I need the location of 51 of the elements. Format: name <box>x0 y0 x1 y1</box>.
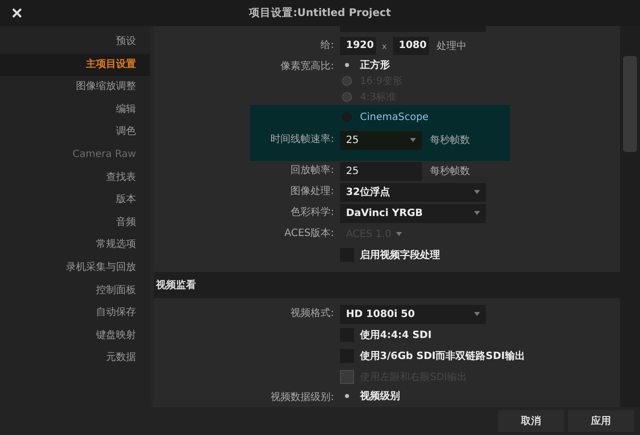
sidebar-item[interactable]: 键盘映射 <box>0 324 150 348</box>
input-field[interactable]: 25 <box>340 162 422 180</box>
sidebar-item[interactable]: 主项目设置 <box>0 54 150 76</box>
caret-icon <box>410 138 416 142</box>
section-header: 视频监看 <box>154 272 620 298</box>
dropdown[interactable]: HD 1080i 50 <box>340 304 486 324</box>
sidebar-item[interactable]: 录机采集与回放 <box>0 256 150 280</box>
cancel-button[interactable]: 取消 <box>498 410 564 432</box>
field-label: 回放帧率: <box>290 165 334 176</box>
checkbox-label[interactable]: 使用3/6Gb SDI而非双链路SDI输出 <box>360 349 525 363</box>
caret-icon <box>474 312 480 316</box>
sidebar-item[interactable]: 控制面板 <box>0 280 150 302</box>
sidebar-item[interactable]: 查找表 <box>0 166 150 190</box>
sidebar-item[interactable]: 编辑 <box>0 98 150 122</box>
apply-button[interactable]: 应用 <box>568 410 634 432</box>
dropdown[interactable]: 25 <box>340 130 422 150</box>
times-label: x <box>382 42 387 50</box>
checkbox-label[interactable]: 启用视频字段处理 <box>360 248 440 262</box>
caret-icon <box>474 211 480 215</box>
dropdown[interactable]: DaVinci YRGB <box>340 204 486 222</box>
unit-label: 处理中 <box>436 40 467 53</box>
unit-label: 每秒帧数 <box>430 164 470 178</box>
sidebar-item[interactable]: 常规选项 <box>0 234 150 257</box>
sidebar-item[interactable]: 版本 <box>0 189 150 212</box>
field-label: ACES版本: <box>284 228 334 239</box>
caret-icon <box>396 232 402 236</box>
close-icon[interactable] <box>12 8 22 18</box>
height-field[interactable]: 1080 <box>392 37 429 55</box>
field-label: 给: <box>320 40 334 51</box>
radio-label[interactable]: 正方形 <box>360 58 390 72</box>
width-field[interactable]: 1920 <box>340 37 376 55</box>
field-label: 时间线帧速率: <box>270 134 334 145</box>
field-label: 视频数据级别: <box>270 392 334 403</box>
sidebar-item[interactable]: 图像缩放调整 <box>0 76 150 99</box>
caret-icon <box>474 190 480 194</box>
unit-label: 每秒帧数 <box>430 134 470 147</box>
radio-label[interactable]: CinemaScope <box>360 112 429 122</box>
sidebar-item[interactable]: 预设 <box>0 31 150 54</box>
field-label: 色彩科学: <box>290 207 334 218</box>
radio-label[interactable]: 视频级别 <box>360 389 400 403</box>
sidebar-item[interactable]: 自动保存 <box>0 302 150 325</box>
window-title: 项目设置:Untitled Project <box>248 6 392 20</box>
checkbox-label[interactable]: 使用4:4:4 SDI <box>360 328 432 342</box>
field-label: 视频格式: <box>290 308 334 319</box>
dropdown[interactable]: 32位浮点 <box>340 182 486 202</box>
sidebar-item[interactable]: 调色 <box>0 121 150 144</box>
sidebar-item[interactable]: 音频 <box>0 212 150 234</box>
scrollbar[interactable] <box>620 26 640 407</box>
field-label: 像素宽高比: <box>280 61 334 72</box>
sidebar-item[interactable]: 元数据 <box>0 347 150 370</box>
field-label: 图像处理: <box>290 186 334 197</box>
